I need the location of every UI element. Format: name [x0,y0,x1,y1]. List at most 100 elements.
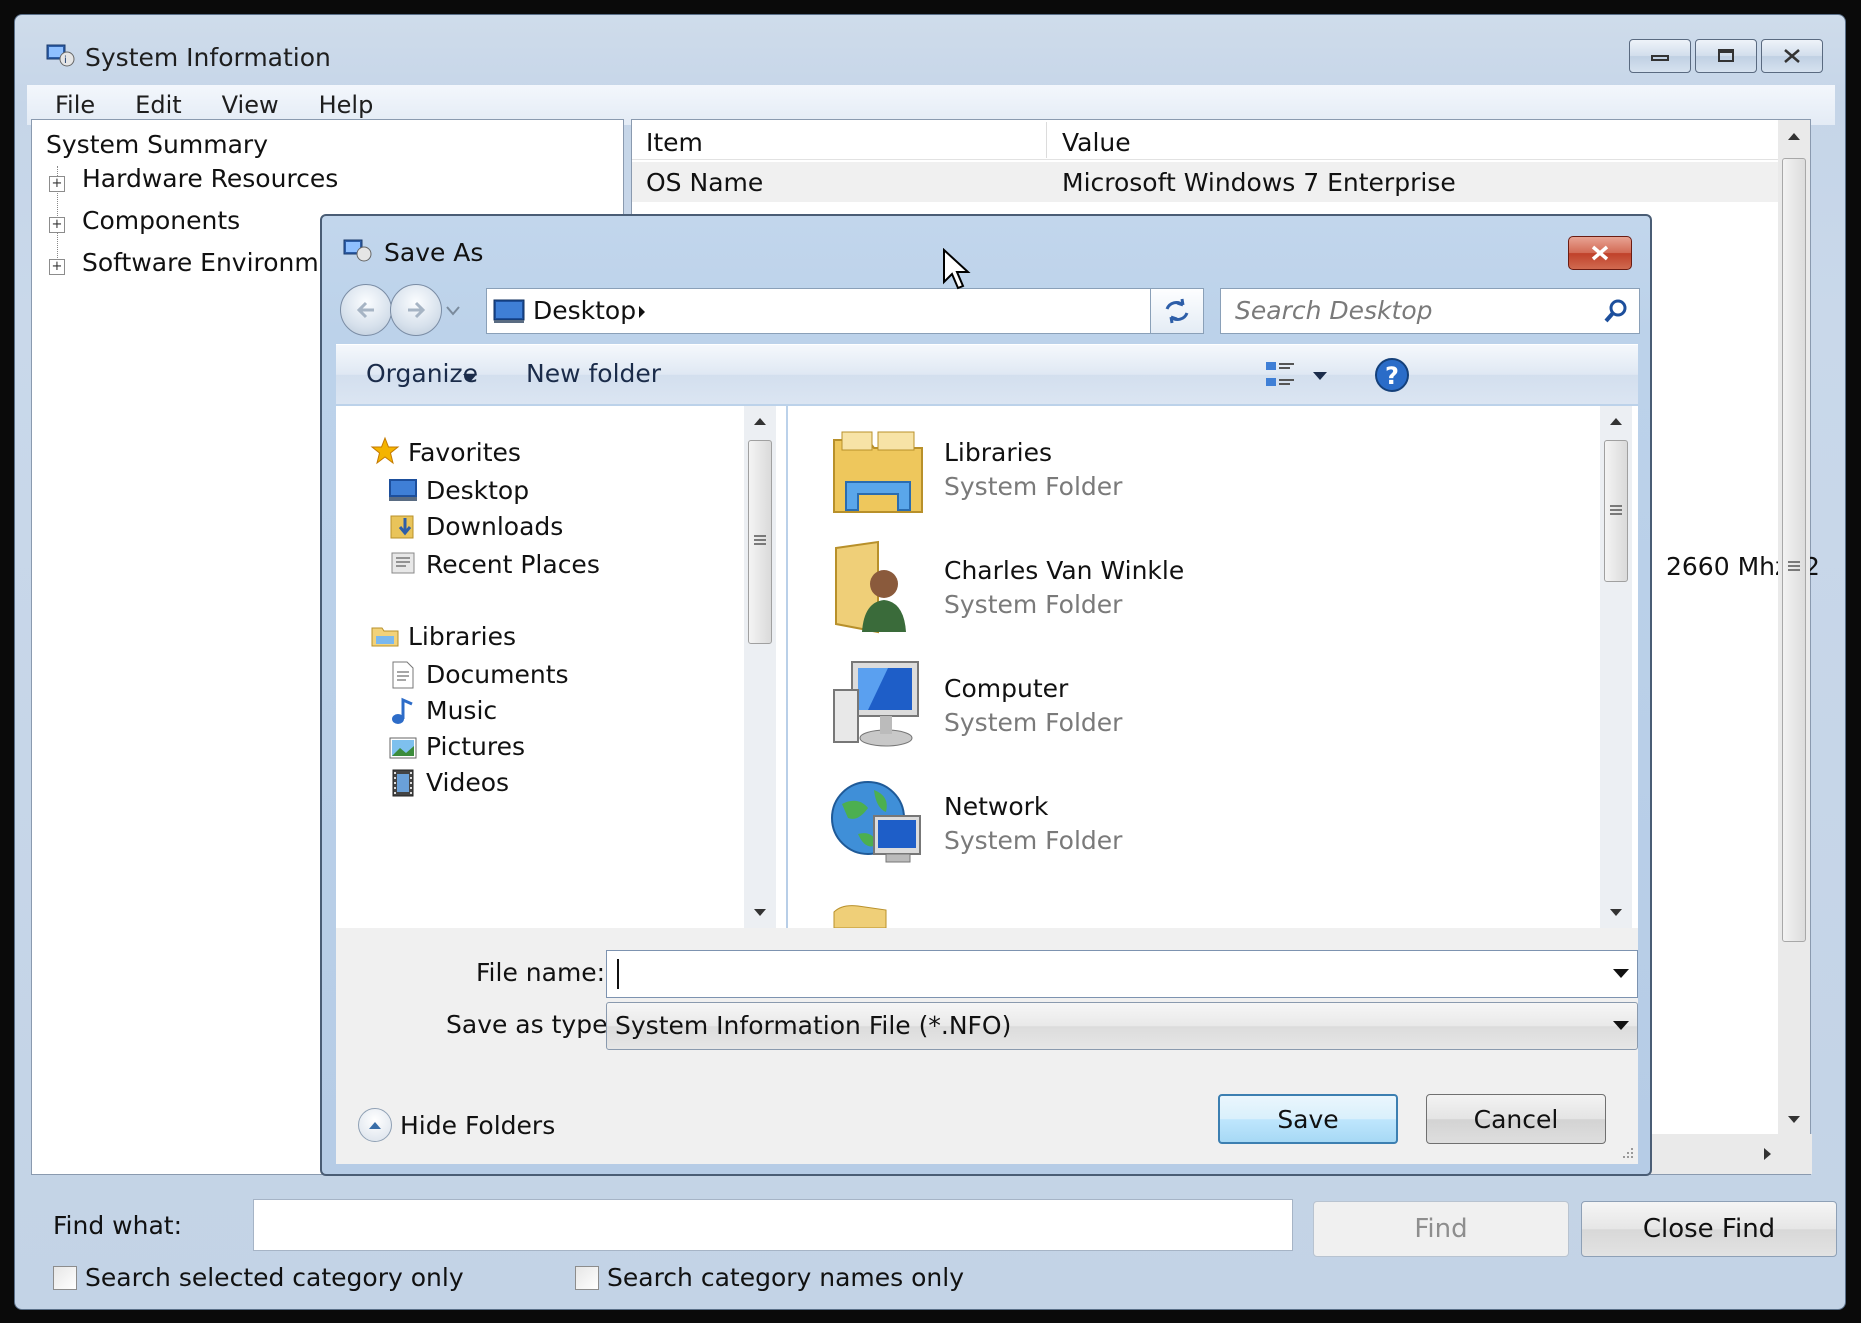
scroll-thumb[interactable] [748,440,772,644]
scroll-down-icon[interactable] [1609,908,1623,918]
minimize-icon [1651,55,1669,61]
cancel-button[interactable]: Cancel [1426,1094,1606,1144]
back-button[interactable] [340,284,392,336]
column-header-value[interactable]: Value [1062,128,1131,157]
nav-item-downloads[interactable]: Downloads [426,512,563,541]
nav-item-desktop[interactable]: Desktop [426,476,529,505]
scroll-down-icon[interactable] [753,908,767,918]
search-icon[interactable] [1603,298,1629,324]
file-name: Libraries [944,438,1052,467]
scroll-thumb[interactable] [1604,440,1628,582]
back-arrow-icon [356,301,374,319]
file-name-label: File name: [476,958,606,987]
tree-item-software-environment[interactable]: Software Environme [82,248,334,277]
dialog-close-button[interactable] [1568,236,1632,270]
breadcrumb-arrow-icon[interactable] [637,305,647,319]
maximize-button[interactable] [1695,39,1757,73]
forward-button[interactable] [390,284,442,336]
search-selected-category-option[interactable]: Search selected category only [53,1263,464,1292]
navigation-pane: Favorites Desktop Downloads Recent Place… [336,406,786,928]
nav-item-videos[interactable]: Videos [426,768,509,797]
pictures-icon [389,737,417,759]
recent-places-icon [391,552,415,574]
search-category-names-label: Search category names only [607,1263,965,1292]
search-category-names-checkbox[interactable] [575,1265,599,1290]
list-item[interactable]: Network System Folder [828,774,1122,878]
resize-grip-icon[interactable] [1618,1144,1634,1160]
list-item[interactable]: Computer System Folder [828,656,1122,760]
nav-item-pictures[interactable]: Pictures [426,732,525,761]
scroll-thumb[interactable] [1782,158,1806,942]
find-button[interactable]: Find [1313,1201,1569,1257]
file-type: System Folder [944,708,1123,737]
svg-text:?: ? [1385,362,1399,390]
expand-icon[interactable]: + [49,217,65,233]
grip-icon [754,535,766,545]
file-name-input[interactable] [606,950,1638,998]
view-dropdown-icon[interactable] [1312,371,1328,381]
nav-libraries-header[interactable]: Libraries [408,622,516,651]
nav-item-music[interactable]: Music [426,696,497,725]
menu-file[interactable]: File [27,91,109,119]
scroll-up-icon[interactable] [753,416,767,426]
nav-item-documents[interactable]: Documents [426,660,569,689]
file-name: Network [944,792,1049,821]
address-location[interactable]: Desktop [533,296,636,325]
file-list-scrollbar[interactable] [1600,406,1632,928]
tree-item-hardware-resources[interactable]: Hardware Resources [82,164,338,193]
expand-icon[interactable]: + [49,176,65,192]
find-what-label: Find what: [53,1211,183,1240]
column-header-item[interactable]: Item [646,128,703,157]
new-folder-button[interactable]: New folder [526,359,661,388]
find-what-input[interactable] [253,1199,1293,1251]
column-separator[interactable] [1046,122,1047,158]
system-information-icon: i [46,44,75,67]
hide-folders-toggle[interactable]: Hide Folders [358,1108,555,1142]
search-input[interactable]: Search Desktop [1220,288,1640,334]
vertical-scrollbar[interactable] [1778,120,1810,1136]
list-item[interactable]: Libraries System Folder [828,420,1122,524]
file-name-dropdown-icon[interactable] [1613,969,1629,978]
help-icon[interactable]: ? [1374,357,1410,393]
scroll-up-icon[interactable] [1609,416,1623,426]
search-selected-category-checkbox[interactable] [53,1265,77,1290]
menu-view[interactable]: View [196,91,293,119]
scroll-right-icon[interactable] [1762,1146,1774,1162]
maximize-icon [1718,49,1734,62]
tree-item-system-summary[interactable]: System Summary [46,130,268,159]
menu-help[interactable]: Help [293,91,388,119]
window-controls [1629,39,1823,73]
search-category-names-option[interactable]: Search category names only [575,1263,964,1292]
music-icon [392,697,413,724]
organize-dropdown-icon[interactable] [462,373,478,383]
refresh-button[interactable] [1150,288,1204,334]
minimize-button[interactable] [1629,39,1691,73]
save-button[interactable]: Save [1218,1094,1398,1144]
scroll-up-icon[interactable] [1786,130,1802,142]
save-as-type-dropdown-icon[interactable] [1613,1021,1629,1030]
address-bar[interactable]: Desktop [486,288,1186,334]
nav-favorites-header[interactable]: Favorites [408,438,521,467]
view-options-icon[interactable] [1264,359,1298,391]
navigation-scrollbar[interactable] [744,406,776,928]
forward-arrow-icon [408,301,426,319]
file-name: Charles Van Winkle [944,556,1185,585]
file-name: Computer [944,674,1069,703]
libraries-icon [371,627,399,647]
menu-edit[interactable]: Edit [109,91,195,119]
recent-locations-dropdown-icon[interactable] [446,306,460,316]
desktop-icon [493,299,525,323]
expand-icon[interactable]: + [49,259,65,275]
close-button[interactable] [1761,39,1823,73]
tree-item-components[interactable]: Components [82,206,240,235]
close-find-button[interactable]: Close Find [1581,1201,1837,1257]
find-bar: Find what: Find Close Find Search select… [31,1183,1837,1303]
grip-icon [1610,505,1622,515]
nav-item-recent-places[interactable]: Recent Places [426,550,600,579]
save-as-type-select[interactable]: System Information File (*.NFO) [606,1002,1638,1050]
list-item[interactable]: Charles Van Winkle System Folder [828,538,1184,642]
file-list: Libraries System Folder Charles Van Wink… [788,406,1638,928]
dialog-title: Save As [384,238,484,267]
scroll-down-icon[interactable] [1786,1114,1802,1126]
row-value-cell: Microsoft Windows 7 Enterprise [1062,168,1456,197]
